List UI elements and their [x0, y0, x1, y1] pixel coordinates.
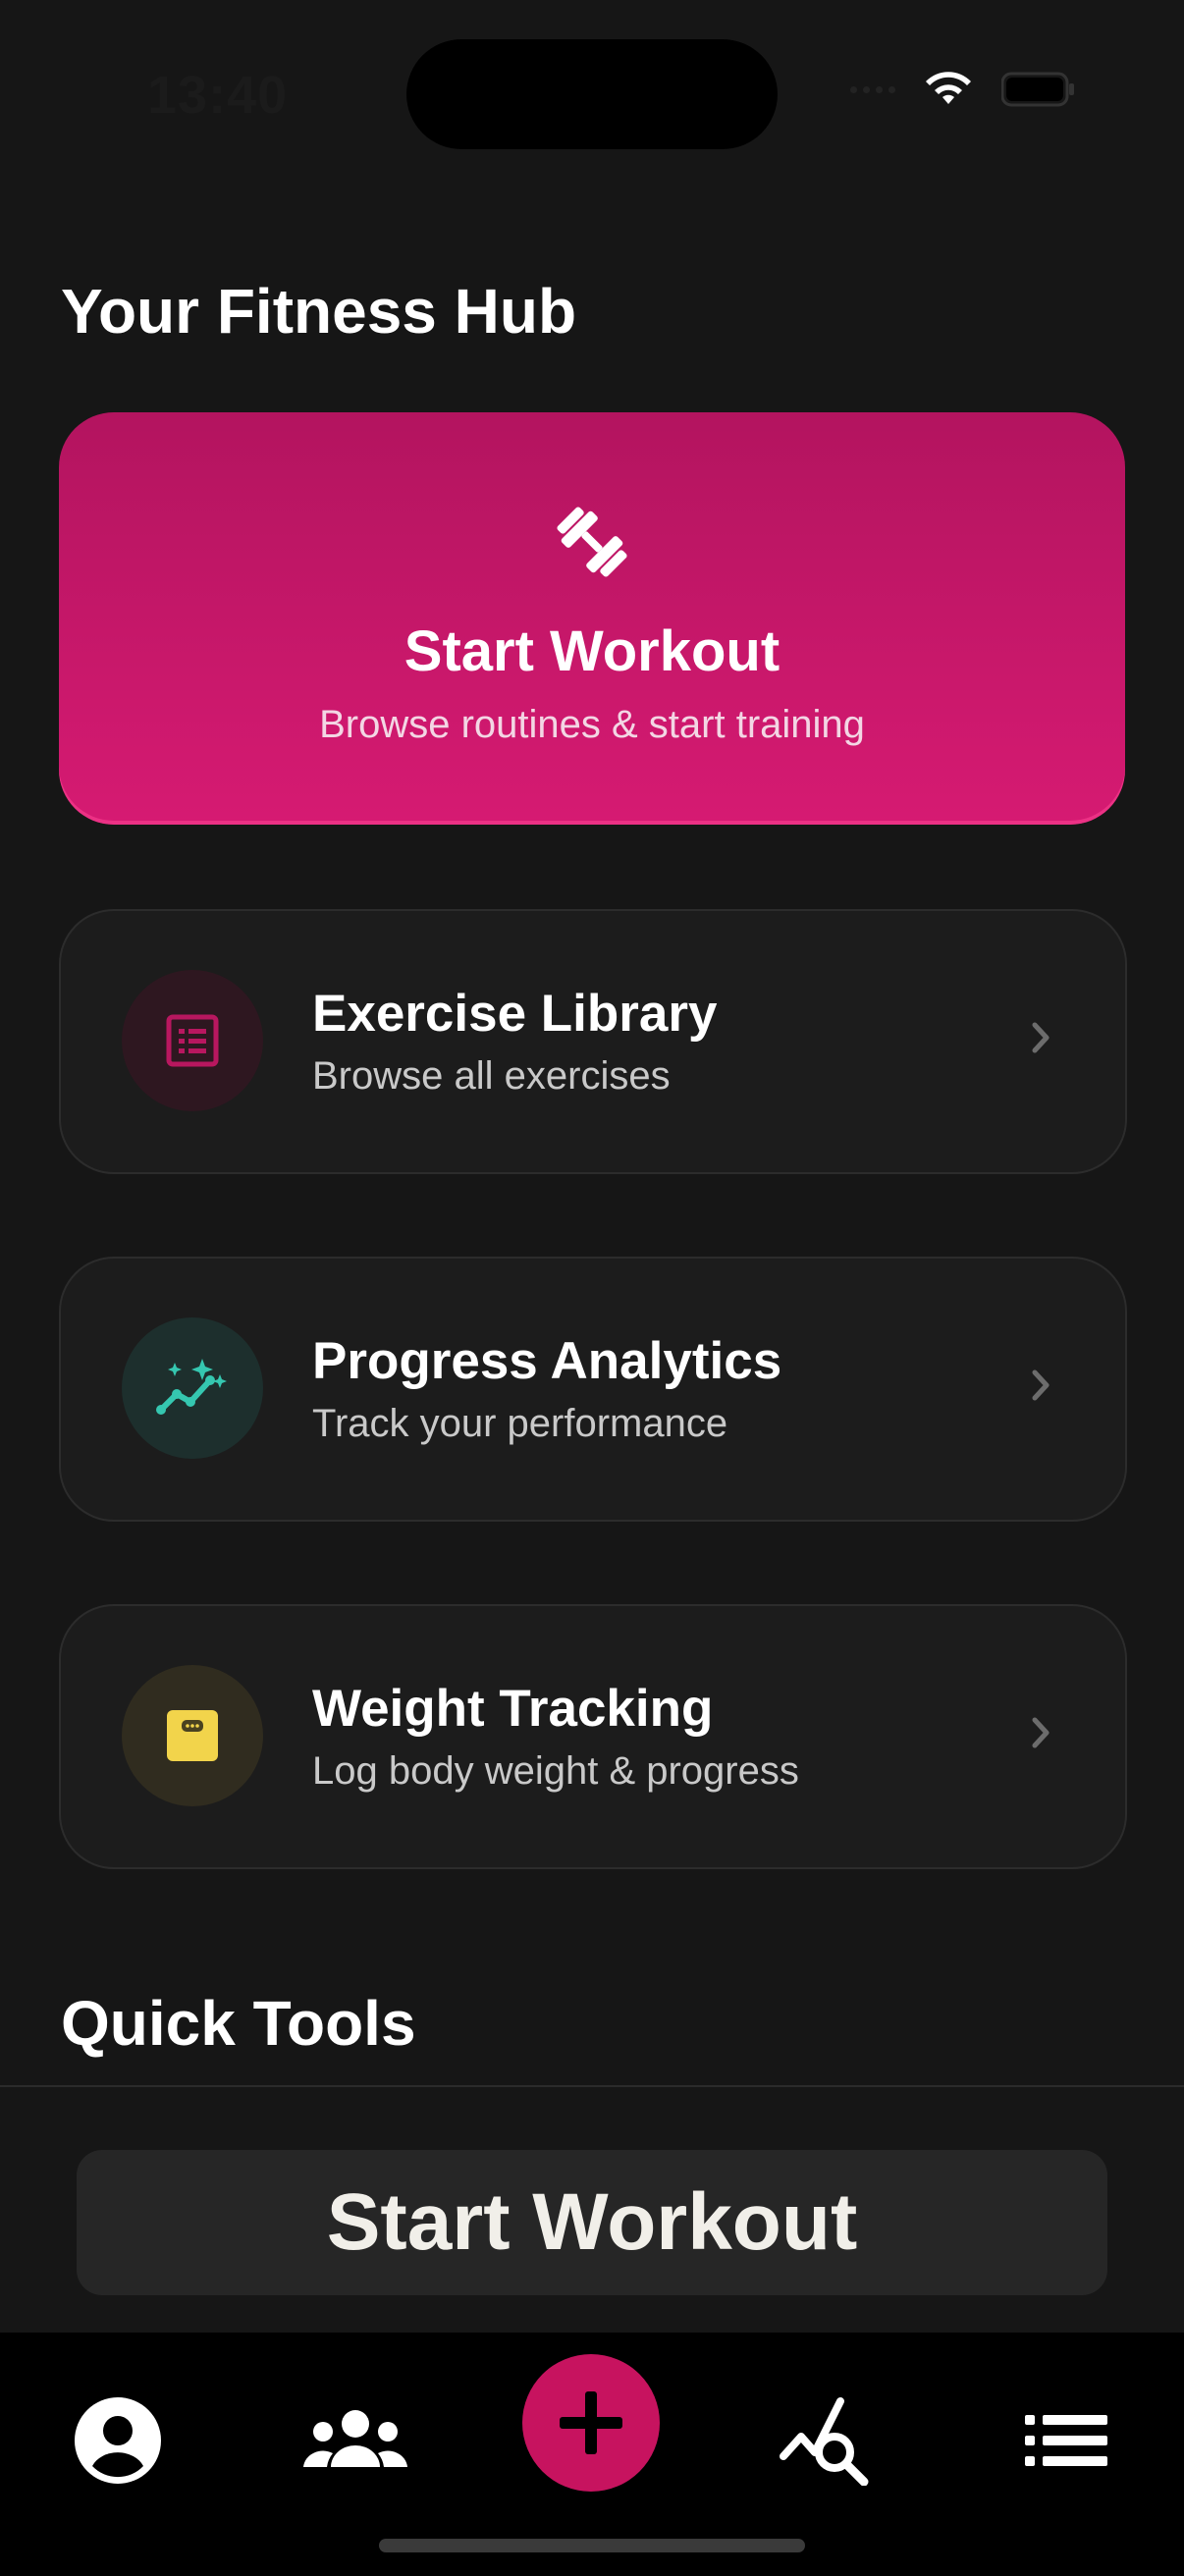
exercise-library-card[interactable]: Exercise Library Browse all exercises: [59, 909, 1127, 1174]
home-indicator: [379, 2539, 805, 2552]
hero-subtitle: Browse routines & start training: [319, 703, 865, 746]
card-title: Weight Tracking: [312, 1680, 714, 1738]
dynamic-island: [406, 39, 778, 149]
start-workout-button[interactable]: Start Workout: [77, 2150, 1107, 2295]
hero-title: Start Workout: [404, 619, 780, 683]
chevron-right-icon: [1032, 1717, 1049, 1748]
sparkle-chart-icon: [156, 1359, 227, 1415]
start-workout-card[interactable]: Start Workout Browse routines & start tr…: [59, 412, 1125, 825]
tab-analytics[interactable]: [750, 2372, 907, 2509]
list-bullets-icon: [1025, 2415, 1107, 2466]
card-subtitle: Browse all exercises: [312, 1054, 671, 1098]
status-icons: [850, 71, 1076, 108]
tab-profile[interactable]: [39, 2372, 196, 2509]
scale-icon: [167, 1710, 218, 1761]
battery-icon: [1001, 72, 1074, 107]
list-icon: [166, 1014, 219, 1067]
card-title: Exercise Library: [312, 985, 718, 1043]
bottom-area: Start Workout: [0, 2085, 1184, 2576]
person-icon: [75, 2397, 161, 2484]
wifi-icon: [926, 72, 971, 104]
chevron-right-icon: [1032, 1369, 1049, 1401]
tab-add[interactable]: [522, 2354, 660, 2492]
card-subtitle: Log body weight & progress: [312, 1749, 799, 1793]
status-time: 13:40: [147, 66, 289, 125]
status-bar: 13:40: [0, 0, 1184, 167]
dumbbell-icon: [557, 507, 627, 577]
progress-analytics-card[interactable]: Progress Analytics Track your performanc…: [59, 1257, 1127, 1522]
card-subtitle: Track your performance: [312, 1402, 728, 1445]
cellular-signal-icon: [850, 85, 895, 93]
chevron-right-icon: [1032, 1022, 1049, 1053]
weight-tracking-card[interactable]: Weight Tracking Log body weight & progre…: [59, 1604, 1127, 1869]
exercise-library-icon-circle: [122, 970, 263, 1111]
plus-icon: [560, 2391, 622, 2454]
tab-community[interactable]: [277, 2372, 434, 2509]
card-title: Progress Analytics: [312, 1332, 782, 1390]
tab-menu[interactable]: [988, 2372, 1145, 2509]
chart-search-icon: [780, 2397, 869, 2486]
progress-analytics-icon-circle: [122, 1317, 263, 1459]
section-title-quick-tools: Quick Tools: [61, 1988, 416, 2059]
page-title: Your Fitness Hub: [61, 276, 577, 347]
group-icon: [303, 2410, 407, 2467]
weight-tracking-icon-circle: [122, 1665, 263, 1806]
